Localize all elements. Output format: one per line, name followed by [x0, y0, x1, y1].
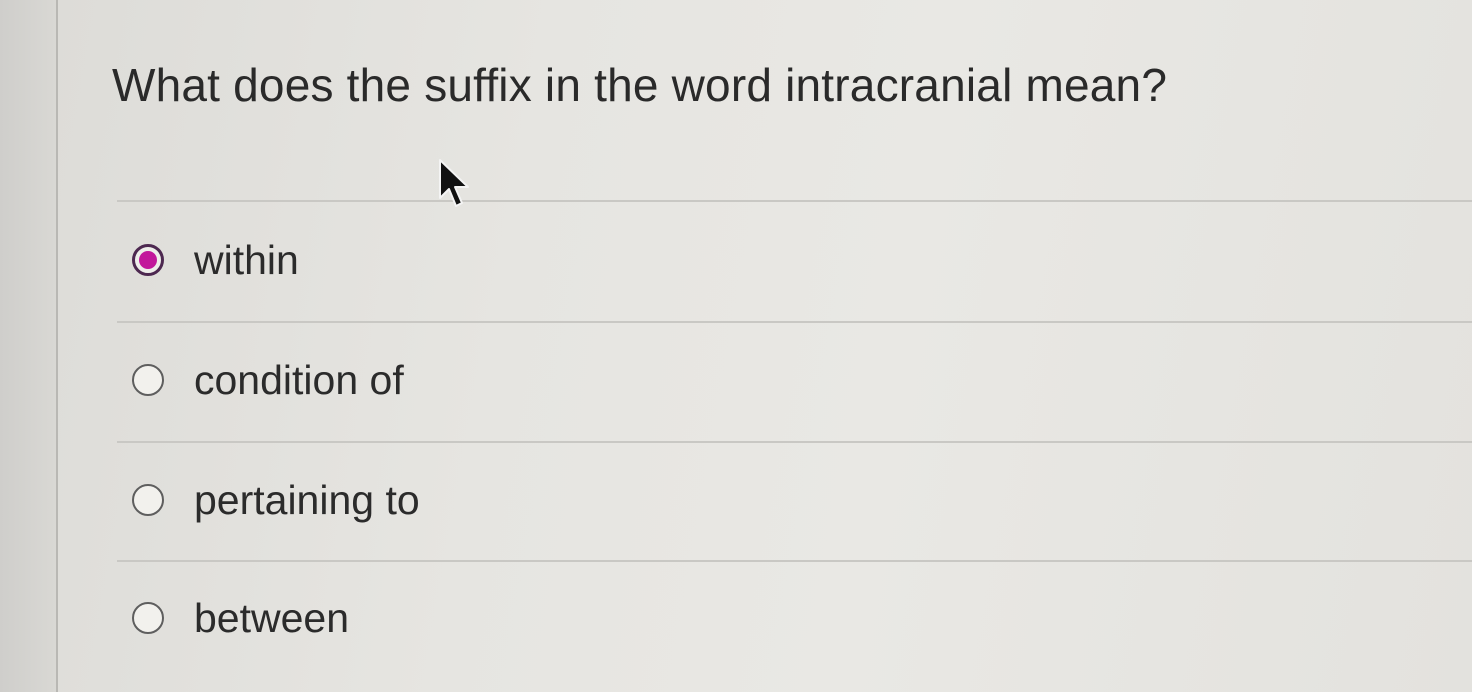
- question-text: What does the suffix in the word intracr…: [112, 59, 1168, 111]
- divider: [117, 560, 1472, 562]
- radio-condition-of[interactable]: [132, 364, 164, 396]
- divider: [117, 200, 1472, 202]
- mouse-pointer-icon: [439, 159, 469, 207]
- quiz-page: What does the suffix in the word intracr…: [0, 0, 1472, 692]
- option-label: within: [194, 236, 299, 283]
- radio-within-selected[interactable]: [132, 244, 164, 276]
- option-pertaining-to[interactable]: pertaining to: [132, 470, 420, 530]
- radio-between[interactable]: [132, 602, 164, 634]
- radio-pertaining-to[interactable]: [132, 484, 164, 516]
- option-label: pertaining to: [194, 476, 420, 523]
- option-label: condition of: [194, 356, 404, 403]
- option-label: between: [194, 594, 350, 641]
- divider: [117, 321, 1472, 323]
- option-within[interactable]: within: [132, 230, 299, 290]
- option-between[interactable]: between: [132, 588, 349, 648]
- option-condition-of[interactable]: condition of: [132, 350, 404, 410]
- question-panel: What does the suffix in the word intracr…: [62, 0, 1472, 692]
- divider: [117, 441, 1472, 443]
- left-rail: [0, 0, 58, 692]
